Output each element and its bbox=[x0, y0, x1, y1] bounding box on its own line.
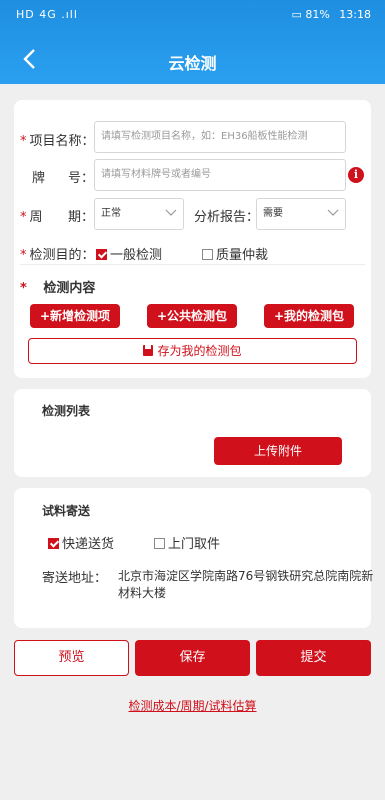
purpose-option-general[interactable]: 一般检测 bbox=[96, 244, 162, 263]
save-package-label: 存为我的检测包 bbox=[157, 344, 242, 358]
grade-label-a: 牌 bbox=[32, 171, 46, 186]
report-value: 需要 bbox=[263, 208, 283, 219]
report-label: 分析报告： bbox=[194, 210, 260, 225]
add-test-item-button[interactable]: +新增检测项 bbox=[30, 304, 120, 328]
submit-button[interactable]: 提交 bbox=[256, 640, 371, 676]
top-bar: HD 4G .ıll ▭ 81% 13:18 云检测 bbox=[0, 0, 385, 84]
status-bar: HD 4G .ıll ▭ 81% 13:18 bbox=[0, 0, 385, 30]
period-label: * 周 bbox=[20, 210, 43, 225]
public-package-button[interactable]: +公共检测包 bbox=[147, 304, 237, 328]
cost-estimate-link[interactable]: 检测成本/周期/试料估算 bbox=[0, 697, 385, 714]
info-icon[interactable]: i bbox=[348, 167, 364, 183]
project-name-label: * 项目名称： bbox=[20, 134, 95, 149]
checkbox-checked[interactable] bbox=[96, 249, 107, 260]
content-label: * 检测内容 bbox=[20, 281, 96, 296]
battery-icon: ▭ bbox=[291, 8, 302, 21]
shipping-title: 试料寄送 bbox=[42, 504, 91, 518]
test-list-card: 检测列表 上传附件 bbox=[14, 389, 371, 477]
battery-level: 81% bbox=[305, 8, 330, 21]
report-select[interactable]: 需要 bbox=[256, 198, 346, 230]
grade-label-b: 号： bbox=[68, 171, 95, 186]
preview-button[interactable]: 预览 bbox=[14, 640, 129, 676]
divider bbox=[20, 264, 365, 265]
upload-attachment-button[interactable]: 上传附件 bbox=[214, 437, 342, 465]
grade-input[interactable]: 请填写材料牌号或者编号 bbox=[94, 159, 346, 191]
test-list-title: 检测列表 bbox=[42, 404, 91, 418]
chevron-down-icon bbox=[327, 209, 339, 216]
shipping-card: 试料寄送 快递送货 上门取件 寄送地址： 北京市海淀区学院南路76号钢铁研究总院… bbox=[14, 488, 374, 628]
checkbox-checked[interactable] bbox=[48, 538, 59, 549]
purpose-label: * 检测目的： bbox=[20, 248, 95, 263]
period-select[interactable]: 正常 bbox=[94, 198, 184, 230]
network-status: HD 4G .ıll bbox=[16, 8, 78, 21]
checkbox-unchecked[interactable] bbox=[202, 249, 213, 260]
address-line-2: 材料大楼 bbox=[118, 586, 167, 600]
project-name-input[interactable]: 请填写检测项目名称，如：EH36船板性能检测 bbox=[94, 121, 346, 153]
address-label: 寄送地址： bbox=[42, 571, 108, 586]
bookmark-icon bbox=[143, 345, 154, 356]
project-form-card: * 项目名称： 请填写检测项目名称，如：EH36船板性能检测 牌 号： 请填写材料… bbox=[14, 100, 371, 378]
period-value: 正常 bbox=[101, 208, 121, 219]
page-title: 云检测 bbox=[168, 54, 217, 73]
project-name-placeholder: 请填写检测项目名称，如：EH36船板性能检测 bbox=[101, 131, 308, 142]
period-label-b: 期： bbox=[68, 210, 95, 225]
shipping-option-express[interactable]: 快递送货 bbox=[48, 533, 114, 552]
status-right: ▭ 81% 13:18 bbox=[291, 8, 371, 21]
grade-placeholder: 请填写材料牌号或者编号 bbox=[101, 169, 211, 180]
address-line-1: 北京市海淀区学院南路76号钢铁研究总院南院新 bbox=[118, 569, 374, 583]
chevron-down-icon bbox=[165, 209, 177, 216]
checkbox-unchecked[interactable] bbox=[154, 538, 165, 549]
required-mark: * bbox=[20, 134, 27, 149]
shipping-option-pickup[interactable]: 上门取件 bbox=[154, 533, 220, 552]
my-package-button[interactable]: +我的检测包 bbox=[264, 304, 354, 328]
purpose-option-arbitration[interactable]: 质量仲裁 bbox=[202, 244, 268, 263]
clock: 13:18 bbox=[339, 8, 371, 21]
save-package-button[interactable]: 存为我的检测包 bbox=[28, 338, 357, 364]
save-button[interactable]: 保存 bbox=[135, 640, 250, 676]
